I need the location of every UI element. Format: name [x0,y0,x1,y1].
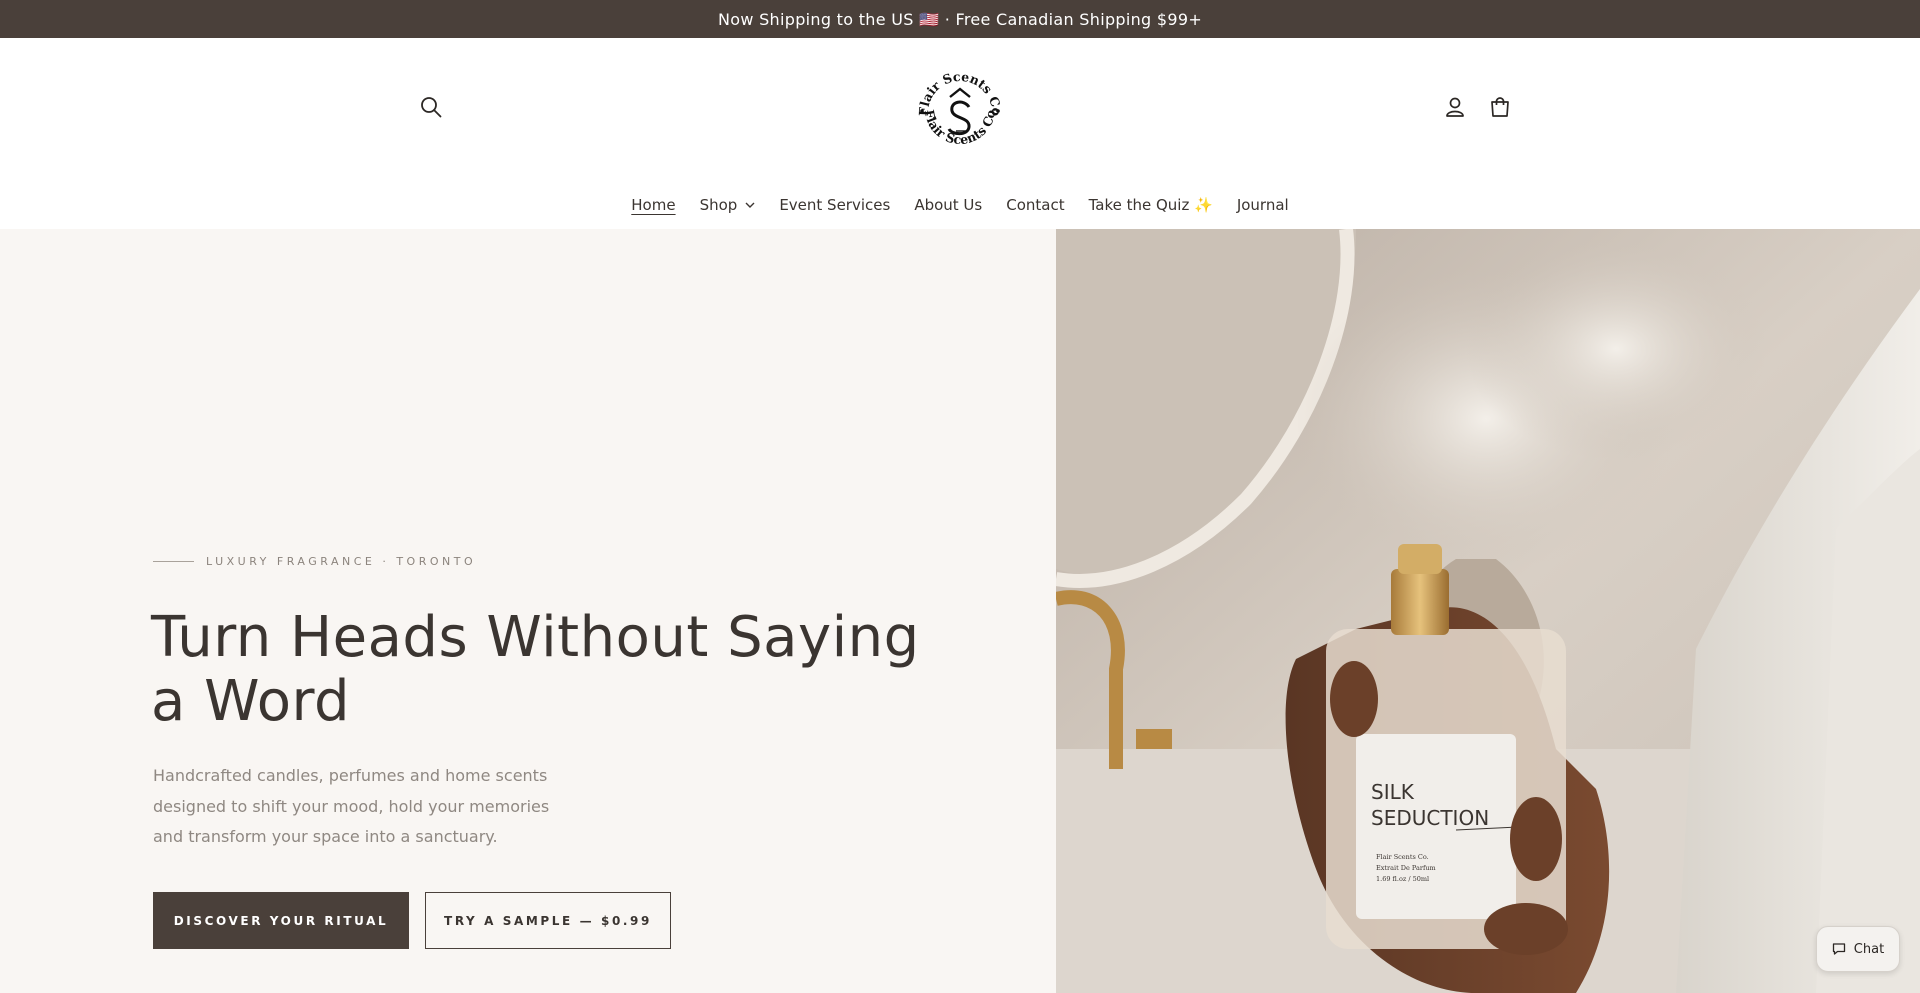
discover-ritual-button[interactable]: DISCOVER YOUR RITUAL [153,892,409,949]
nav-about-us-label: About Us [914,196,983,214]
nav-home-label: Home [631,196,676,214]
hero-headline: Turn Heads Without Saying a Word [151,606,971,734]
logo-text-top: Flair Scents Co [916,69,1004,116]
hero-eyebrow: LUXURY FRAGRANCE · TORONTO [153,555,476,568]
hero-photo: SILK SEDUCTION Flair Scents Co. Extrait … [1056,229,1920,993]
nav-journal-label: Journal [1236,196,1289,214]
account-icon[interactable] [1438,90,1472,124]
try-sample-button[interactable]: TRY A SAMPLE — $0.99 [425,892,671,949]
bottle-label-line1: SILK [1371,780,1415,804]
announcement-text: Now Shipping to the US 🇺🇸 · Free Canadia… [717,9,1203,29]
hero-subtext: Handcrafted candles, perfumes and home s… [153,766,550,846]
chevron-down-icon [745,202,755,208]
nav-contact[interactable]: Contact [1006,196,1064,214]
bottle-small-line3: 1.69 fl.oz / 50ml [1376,875,1429,883]
nav-event-services[interactable]: Event Services [779,196,890,214]
nav-quiz[interactable]: Take the Quiz ✨ [1089,196,1213,214]
eyebrow-rule [153,561,194,562]
nav-home[interactable]: Home [631,196,675,214]
chat-bubble-icon [1832,943,1845,955]
nav-about-us[interactable]: About Us [914,196,982,214]
chat-label: Chat [1853,941,1885,957]
chat-button[interactable]: Chat [1816,926,1900,972]
site-header: Flair Scents Co Flair Scents Co Home Sho… [0,38,1920,228]
nav-event-services-label: Event Services [779,196,891,214]
nav-shop-label: Shop [699,196,738,214]
brand-logo[interactable]: Flair Scents Co Flair Scents Co [912,61,1008,157]
bottle-small-line1: Flair Scents Co. [1376,853,1429,861]
nav-quiz-label: Take the Quiz ✨ [1088,196,1213,214]
nav-contact-label: Contact [1006,196,1065,214]
bottle-small-line2: Extrait De Parfum [1376,864,1436,872]
nav-journal[interactable]: Journal [1237,196,1289,214]
svg-text:Flair Scents Co: Flair Scents Co [922,109,998,148]
hero-image: SILK SEDUCTION Flair Scents Co. Extrait … [1056,229,1920,993]
main-nav: Home Shop Event Services About Us Contac… [0,190,1920,220]
svg-text:Flair Scents Co: Flair Scents Co [916,69,1004,116]
cart-icon[interactable] [1483,90,1517,124]
logo-text-bottom: Flair Scents Co [922,109,998,148]
announcement-bar: Now Shipping to the US 🇺🇸 · Free Canadia… [0,0,1920,38]
bottle-label-line2: SEDUCTION [1371,806,1489,830]
hero-headline-line1: Turn Heads Without Saying [151,605,920,670]
hero-eyebrow-text: LUXURY FRAGRANCE · TORONTO [206,555,477,568]
search-icon[interactable] [414,90,448,124]
nav-shop[interactable]: Shop [700,196,756,214]
hero-headline-line2: a Word [151,669,351,734]
